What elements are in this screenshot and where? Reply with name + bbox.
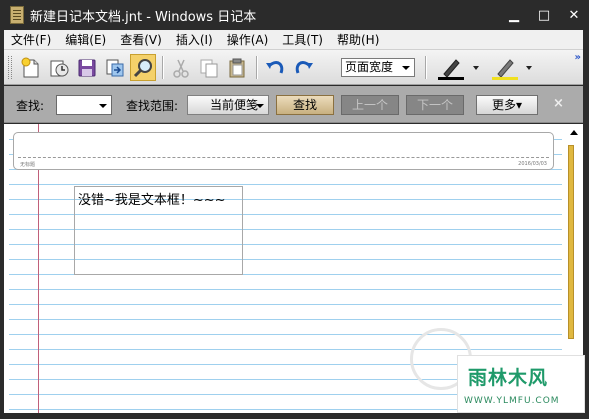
note-title: 无标题 — [20, 162, 36, 168]
menu-view[interactable]: 查看(V) — [113, 30, 169, 50]
menu-help[interactable]: 帮助(H) — [330, 30, 386, 50]
find-label: 查找: — [16, 99, 45, 113]
undo-icon — [266, 60, 284, 74]
cut-button[interactable] — [168, 54, 194, 81]
export-icon — [106, 59, 124, 76]
note-date: 2016/03/03 — [518, 161, 547, 167]
scope-select[interactable]: 当前便笺 — [187, 95, 269, 115]
scroll-up-arrow-icon[interactable] — [570, 130, 578, 135]
toolbar-grip[interactable] — [8, 56, 12, 79]
menu-bar: 文件(F) 编辑(E) 查看(V) 插入(I) 操作(A) 工具(T) 帮助(H… — [4, 30, 583, 50]
new-page-button[interactable] — [18, 54, 44, 81]
save-icon — [78, 59, 96, 76]
scroll-thumb[interactable] — [568, 145, 574, 339]
toolbar-separator — [162, 56, 163, 79]
window-controls: ▁ □ ✕ — [499, 0, 589, 30]
find-submit-button[interactable]: 查找 — [276, 95, 334, 115]
menu-file[interactable]: 文件(F) — [4, 30, 58, 50]
open-icon — [50, 60, 69, 76]
toolbar-separator — [425, 56, 426, 79]
pen-button[interactable] — [434, 54, 468, 81]
export-button[interactable] — [102, 54, 128, 81]
menu-actions[interactable]: 操作(A) — [220, 30, 276, 50]
maximize-button[interactable]: □ — [529, 0, 559, 30]
title-underline — [18, 157, 549, 158]
title-bar: 新建日记本文档.jnt - Windows 日记本 ▁ □ ✕ — [0, 0, 589, 30]
find-input[interactable] — [56, 95, 112, 115]
toolbar-separator — [256, 56, 257, 79]
find-previous-button[interactable]: 上一个 — [341, 95, 399, 115]
scope-value: 当前便笺 — [210, 98, 259, 112]
scope-label: 查找范围: — [126, 99, 179, 113]
redo-icon — [295, 60, 313, 74]
highlighter-button[interactable] — [488, 54, 522, 81]
watermark-text: 雨林木风 — [468, 367, 549, 389]
menu-edit[interactable]: 编辑(E) — [58, 30, 113, 50]
pen-icon — [438, 58, 464, 80]
menu-tools[interactable]: 工具(T) — [275, 30, 330, 50]
menu-insert[interactable]: 插入(I) — [169, 30, 220, 50]
find-next-button[interactable]: 下一个 — [406, 95, 464, 115]
paste-icon — [229, 58, 245, 77]
close-button[interactable]: ✕ — [559, 0, 589, 30]
find-bar: 查找: 查找范围: 当前便笺 查找 上一个 下一个 更多▾ × — [4, 86, 583, 123]
zoom-value: 页面宽度 — [345, 60, 394, 74]
chevron-down-icon — [256, 104, 264, 108]
close-icon[interactable]: × — [553, 96, 564, 111]
find-button[interactable] — [130, 54, 156, 81]
undo-button[interactable] — [262, 54, 288, 81]
redo-button[interactable] — [291, 54, 317, 81]
pen-dropdown-icon[interactable] — [473, 66, 479, 70]
new-page-icon — [21, 57, 39, 77]
save-button[interactable] — [74, 54, 100, 81]
highlighter-icon — [492, 58, 518, 80]
copy-button[interactable] — [196, 54, 222, 81]
text-box[interactable]: 没错~我是文本框！~~~ — [74, 186, 243, 275]
open-button[interactable] — [46, 54, 72, 81]
journal-app-icon — [10, 6, 24, 24]
find-more-button[interactable]: 更多▾ — [476, 95, 538, 115]
watermark-logo: 雨林木风 WWW.YLMFU.COM — [457, 355, 585, 413]
chevron-down-icon — [402, 66, 410, 70]
watermark-url: WWW.YLMFU.COM — [464, 396, 560, 406]
paste-button[interactable] — [224, 54, 250, 81]
find-icon — [133, 58, 152, 77]
minimize-button[interactable]: ▁ — [499, 0, 529, 30]
chevron-down-icon — [99, 104, 107, 108]
copy-icon — [200, 59, 218, 77]
text-box-content: 没错~我是文本框！~~~ — [78, 193, 226, 208]
window-title: 新建日记本文档.jnt - Windows 日记本 — [30, 9, 257, 25]
toolbar: 页面宽度 » — [4, 50, 583, 85]
toolbar-overflow-icon[interactable]: » — [575, 52, 582, 63]
highlighter-dropdown-icon[interactable] — [526, 66, 532, 70]
note-title-area[interactable]: 无标题 2016/03/03 — [13, 132, 554, 170]
zoom-select[interactable]: 页面宽度 — [341, 58, 415, 77]
cut-icon — [173, 59, 189, 78]
